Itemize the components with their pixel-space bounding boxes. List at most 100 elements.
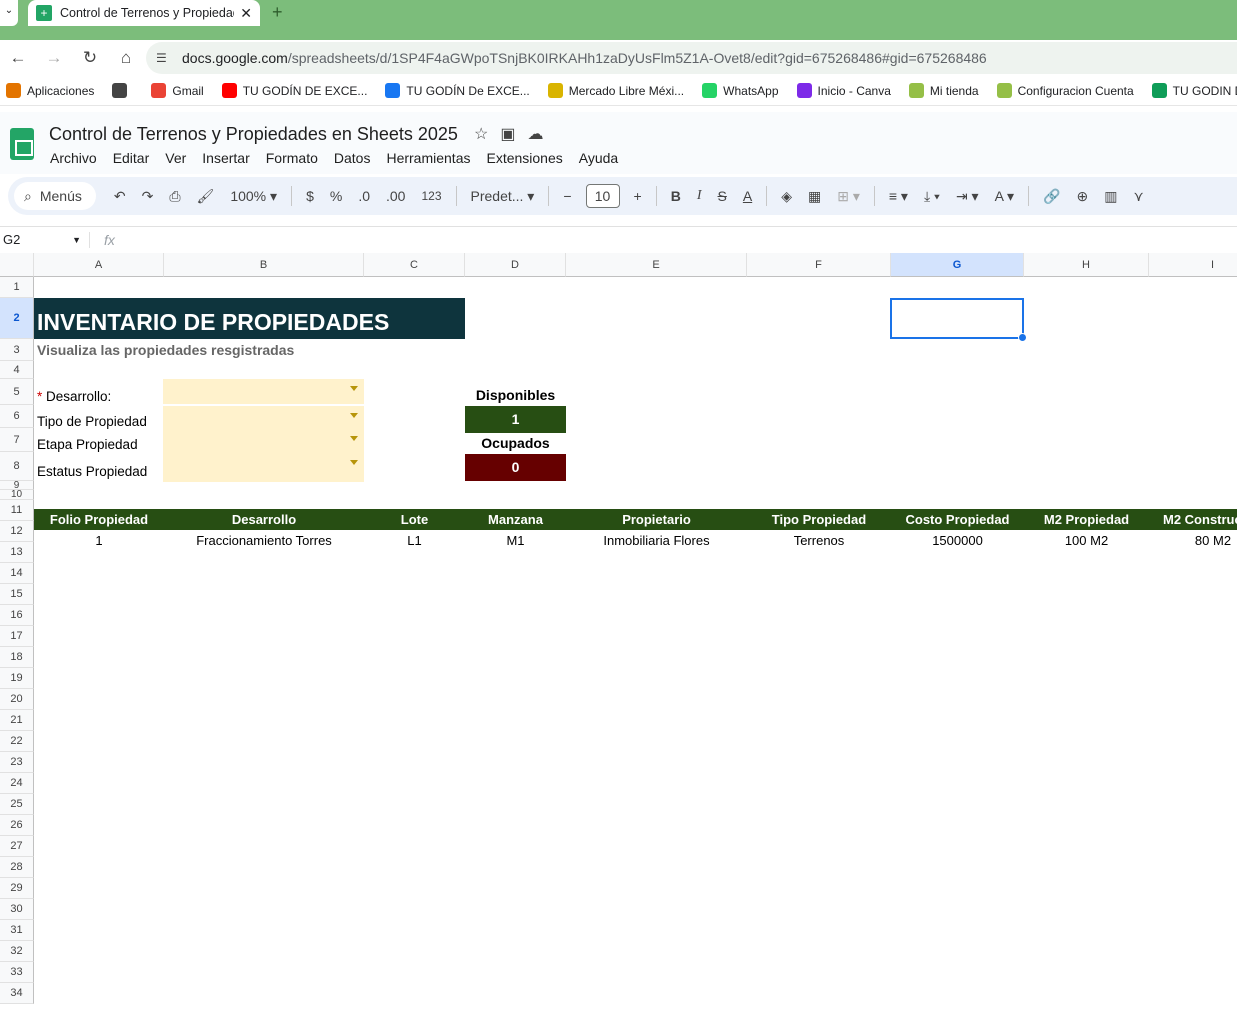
borders-icon[interactable]: ▦ xyxy=(808,188,821,205)
filter-estatus-dropdown[interactable] xyxy=(163,453,364,482)
bookmark-item[interactable]: Aplicaciones xyxy=(6,83,94,98)
bookmark-item[interactable]: Mi tienda xyxy=(908,83,979,98)
filter-desarrollo-dropdown[interactable] xyxy=(163,379,364,404)
cloud-status-icon[interactable]: ☁ xyxy=(527,126,555,143)
row-header-19[interactable]: 19 xyxy=(0,668,34,689)
row-header-30[interactable]: 30 xyxy=(0,899,34,920)
text-rotation-icon[interactable]: A ▾ xyxy=(995,188,1014,205)
decrease-decimal-button[interactable]: .0 xyxy=(358,188,370,204)
font-size-decrease-icon[interactable]: − xyxy=(563,188,571,204)
back-icon[interactable]: ← xyxy=(0,48,36,68)
table-cell[interactable]: 80 M2 xyxy=(1149,530,1237,551)
row-header-1[interactable]: 1 xyxy=(0,277,34,298)
row-header-10[interactable]: 10 xyxy=(0,490,34,500)
bookmark-item[interactable]: TU GODIN DE E xyxy=(1151,83,1237,98)
row-header-26[interactable]: 26 xyxy=(0,815,34,836)
doc-title[interactable]: Control de Terrenos y Propiedades en She… xyxy=(49,124,458,145)
table-header-cell[interactable]: M2 Propiedad xyxy=(1024,509,1149,530)
column-header-b[interactable]: B xyxy=(164,253,364,277)
table-header-cell[interactable]: M2 Construc xyxy=(1149,509,1237,530)
bookmark-item[interactable]: Inicio - Canva xyxy=(796,83,891,98)
table-header-cell[interactable]: Desarrollo xyxy=(164,509,364,530)
column-header-a[interactable]: A xyxy=(34,253,164,277)
table-cell[interactable]: 1 xyxy=(34,530,164,551)
menu-item-extensiones[interactable]: Extensiones xyxy=(486,150,562,166)
row-header-12[interactable]: 12 xyxy=(0,521,34,542)
font-size-increase-icon[interactable]: + xyxy=(634,188,642,204)
row-header-13[interactable]: 13 xyxy=(0,542,34,563)
currency-button[interactable]: $ xyxy=(306,188,314,204)
table-header-cell[interactable]: Tipo Propiedad xyxy=(747,509,891,530)
italic-icon[interactable]: I xyxy=(697,188,702,204)
percent-button[interactable]: % xyxy=(330,188,342,204)
menu-item-editar[interactable]: Editar xyxy=(113,150,150,166)
ocupados-value[interactable]: 0 xyxy=(465,454,566,481)
menu-item-archivo[interactable]: Archivo xyxy=(50,150,97,166)
paint-format-icon[interactable]: 🖌 xyxy=(197,188,215,205)
row-header-28[interactable]: 28 xyxy=(0,857,34,878)
strikethrough-icon[interactable]: S xyxy=(718,188,727,204)
row-header-4[interactable]: 4 xyxy=(0,361,34,379)
row-header-22[interactable]: 22 xyxy=(0,731,34,752)
row-header-23[interactable]: 23 xyxy=(0,752,34,773)
new-tab-icon[interactable]: + xyxy=(272,2,283,23)
table-cell[interactable]: L1 xyxy=(364,530,465,551)
row-header-21[interactable]: 21 xyxy=(0,710,34,731)
star-icon[interactable]: ☆ xyxy=(474,126,500,143)
table-cell[interactable]: Inmobiliaria Flores xyxy=(566,530,747,551)
row-header-32[interactable]: 32 xyxy=(0,941,34,962)
insert-chart-icon[interactable]: ▥ xyxy=(1104,188,1117,205)
bold-icon[interactable]: B xyxy=(671,188,681,204)
table-cell[interactable]: Fraccionamiento Torres xyxy=(164,530,364,551)
row-header-29[interactable]: 29 xyxy=(0,878,34,899)
insert-link-icon[interactable]: 🔗 xyxy=(1043,188,1060,205)
font-size-input[interactable]: 10 xyxy=(585,184,620,208)
row-header-17[interactable]: 17 xyxy=(0,626,34,647)
menu-search[interactable]: ⌕ Menús xyxy=(14,182,96,210)
number-format-button[interactable]: 123 xyxy=(421,189,441,203)
menu-item-ver[interactable]: Ver xyxy=(165,150,186,166)
table-cell[interactable]: M1 xyxy=(465,530,566,551)
column-header-f[interactable]: F xyxy=(747,253,891,277)
filter-tipo-dropdown[interactable] xyxy=(163,406,364,429)
row-header-25[interactable]: 25 xyxy=(0,794,34,815)
move-folder-icon[interactable]: ▣ xyxy=(500,126,527,143)
menu-item-herramientas[interactable]: Herramientas xyxy=(386,150,470,166)
bookmark-item[interactable]: WhatsApp xyxy=(702,83,779,98)
filter-icon[interactable]: ⋎ xyxy=(1133,188,1143,205)
filter-etapa-dropdown[interactable] xyxy=(163,429,364,453)
row-header-33[interactable]: 33 xyxy=(0,962,34,983)
redo-icon[interactable]: ↷ xyxy=(142,188,154,205)
table-cell[interactable]: 1500000 xyxy=(891,530,1024,551)
row-header-6[interactable]: 6 xyxy=(0,405,34,428)
row-header-8[interactable]: 8 xyxy=(0,452,34,481)
table-header-cell[interactable]: Folio Propiedad xyxy=(34,509,164,530)
table-cell[interactable]: 100 M2 xyxy=(1024,530,1149,551)
menu-item-formato[interactable]: Formato xyxy=(266,150,318,166)
insert-comment-icon[interactable]: ⊕ xyxy=(1077,188,1089,205)
bookmark-item[interactable]: TU GODÍN De EXCE... xyxy=(385,83,530,98)
sheet-subtitle[interactable]: Visualiza las propiedades resgistradas xyxy=(37,342,294,358)
bookmark-item[interactable]: Configuracion Cuenta xyxy=(996,83,1134,98)
disponibles-value[interactable]: 1 xyxy=(465,406,566,433)
text-wrap-icon[interactable]: ⇥ ▾ xyxy=(956,188,979,205)
row-header-5[interactable]: 5 xyxy=(0,379,34,405)
row-header-14[interactable]: 14 xyxy=(0,563,34,584)
bookmark-item[interactable]: Gmail xyxy=(151,83,204,98)
increase-decimal-button[interactable]: .00 xyxy=(386,188,405,204)
home-icon[interactable]: ⌂ xyxy=(108,48,144,68)
browser-tab[interactable]: + Control de Terrenos y Propiedades ✕ xyxy=(28,0,260,26)
vertical-align-icon[interactable]: ⤓ ▾ xyxy=(924,188,940,205)
bookmark-item[interactable]: Mercado Libre Méxi... xyxy=(547,83,684,98)
tab-search-icon[interactable]: ⌄ xyxy=(0,0,18,26)
row-header-27[interactable]: 27 xyxy=(0,836,34,857)
row-header-16[interactable]: 16 xyxy=(0,605,34,626)
sheets-logo-icon[interactable] xyxy=(10,128,34,160)
font-select[interactable]: Predet... ▾ xyxy=(471,188,535,205)
undo-icon[interactable]: ↶ xyxy=(114,188,126,205)
spreadsheet-grid[interactable]: ABCDEFGHI 1 2 3 4 5 6 7 8 9 10 11 12 13 14 15 16 17 18 19 2… xyxy=(0,253,1237,1012)
selected-cell[interactable] xyxy=(890,298,1027,342)
address-bar[interactable]: ☰ docs.google.com /spreadsheets/d/1SP4F4… xyxy=(146,42,1237,74)
row-header-11[interactable]: 11 xyxy=(0,500,34,521)
row-header-24[interactable]: 24 xyxy=(0,773,34,794)
